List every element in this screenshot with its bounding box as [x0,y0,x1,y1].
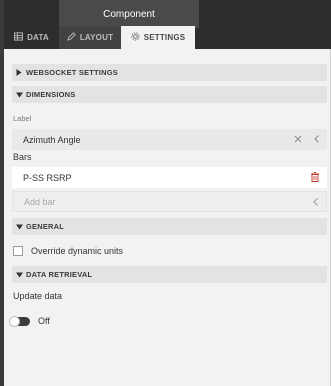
override-units-checkbox[interactable] [13,246,23,256]
section-data-retrieval[interactable]: DATA RETRIEVAL [12,266,327,283]
tab-bar: DATA LAYOUT SETTINGS [4,26,331,49]
clear-icon[interactable] [294,135,302,145]
tab-data-label: DATA [27,33,49,42]
caret-down-icon [12,224,26,230]
chevron-left-icon[interactable] [313,197,318,208]
caret-right-icon [12,69,26,76]
override-units-label: Override dynamic units [31,246,124,256]
section-websocket-settings[interactable]: WEBSOCKET SETTINGS [12,64,327,81]
panel-header: Component DATA LAYOUT SETTINGS [4,0,331,49]
section-dimensions-label: DIMENSIONS [26,90,76,99]
label-select[interactable]: Azimuth Angle [12,129,327,150]
label-caption: Label [13,114,32,123]
update-data-toggle[interactable] [9,316,30,327]
chevron-left-icon[interactable] [314,134,319,145]
section-dimensions[interactable]: DIMENSIONS [12,86,327,103]
section-general[interactable]: GENERAL [12,218,327,235]
tab-settings[interactable]: SETTINGS [121,26,195,49]
tab-settings-label: SETTINGS [143,33,186,42]
add-bar-placeholder: Add bar [24,196,56,207]
bar-item-name: P-SS RSRP [23,172,72,183]
tab-layout-label: LAYOUT [79,33,114,42]
bar-item[interactable]: P-SS RSRP [12,167,327,188]
add-bar-input[interactable]: Add bar [12,191,327,212]
section-general-label: GENERAL [26,222,65,231]
update-data-caption: Update data [13,291,63,301]
tab-data[interactable]: DATA [4,26,59,49]
panel-title: Component [59,0,199,28]
toggle-knob [9,316,20,327]
caret-down-icon [12,272,26,278]
tab-layout[interactable]: LAYOUT [59,26,121,49]
section-websocket-label: WEBSOCKET SETTINGS [26,68,118,77]
toggle-state-label: Off [38,316,50,326]
caret-down-icon [12,92,26,98]
component-settings-panel: Component DATA LAYOUT SETTINGS WEBSOCKET… [4,0,331,386]
section-data-retrieval-label: DATA RETRIEVAL [26,270,93,279]
trash-icon[interactable] [311,171,319,184]
bars-caption: Bars [13,152,32,162]
pencil-icon [67,32,76,43]
gear-icon [131,32,140,43]
label-select-value: Azimuth Angle [23,134,81,145]
database-icon [14,32,24,43]
